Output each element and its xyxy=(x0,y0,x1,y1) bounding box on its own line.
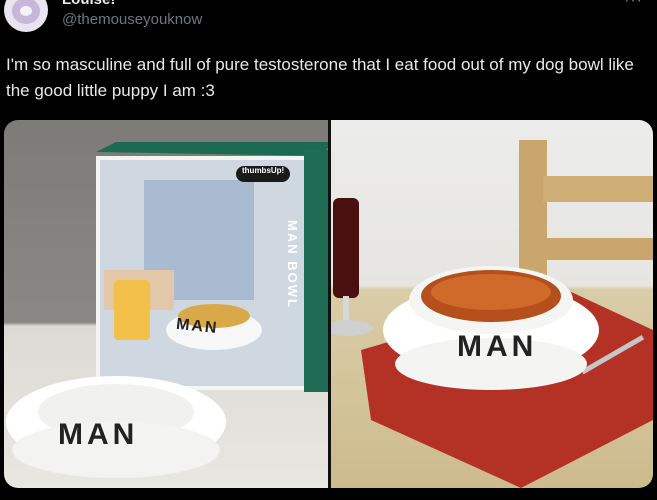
box-brand-label: thumbsUp! xyxy=(242,166,285,175)
photo-man-bowl-spaghetti[interactable]: MAN xyxy=(331,120,653,488)
avatar[interactable] xyxy=(4,0,48,32)
tweet-text: I'm so masculine and full of pure testos… xyxy=(6,55,634,100)
box-illustration xyxy=(6,142,328,478)
display-name[interactable]: Louise! xyxy=(62,0,115,8)
spaghetti-illustration xyxy=(331,140,653,488)
photo-man-bowl-box[interactable]: thumbsUp! MAN BOWL MAN MAN xyxy=(4,120,328,488)
tweet: Louise! @themouseyouknow ··· I'm so masc… xyxy=(0,0,657,500)
spaghetti-bowl-label: MAN xyxy=(457,330,538,363)
box-side-label: MAN BOWL xyxy=(285,220,300,309)
tweet-media[interactable]: thumbsUp! MAN BOWL MAN MAN MAN xyxy=(4,120,653,488)
front-bowl-label: MAN xyxy=(58,418,139,451)
user-handle[interactable]: @themouseyouknow xyxy=(62,11,202,28)
more-options-icon[interactable]: ··· xyxy=(624,0,643,10)
